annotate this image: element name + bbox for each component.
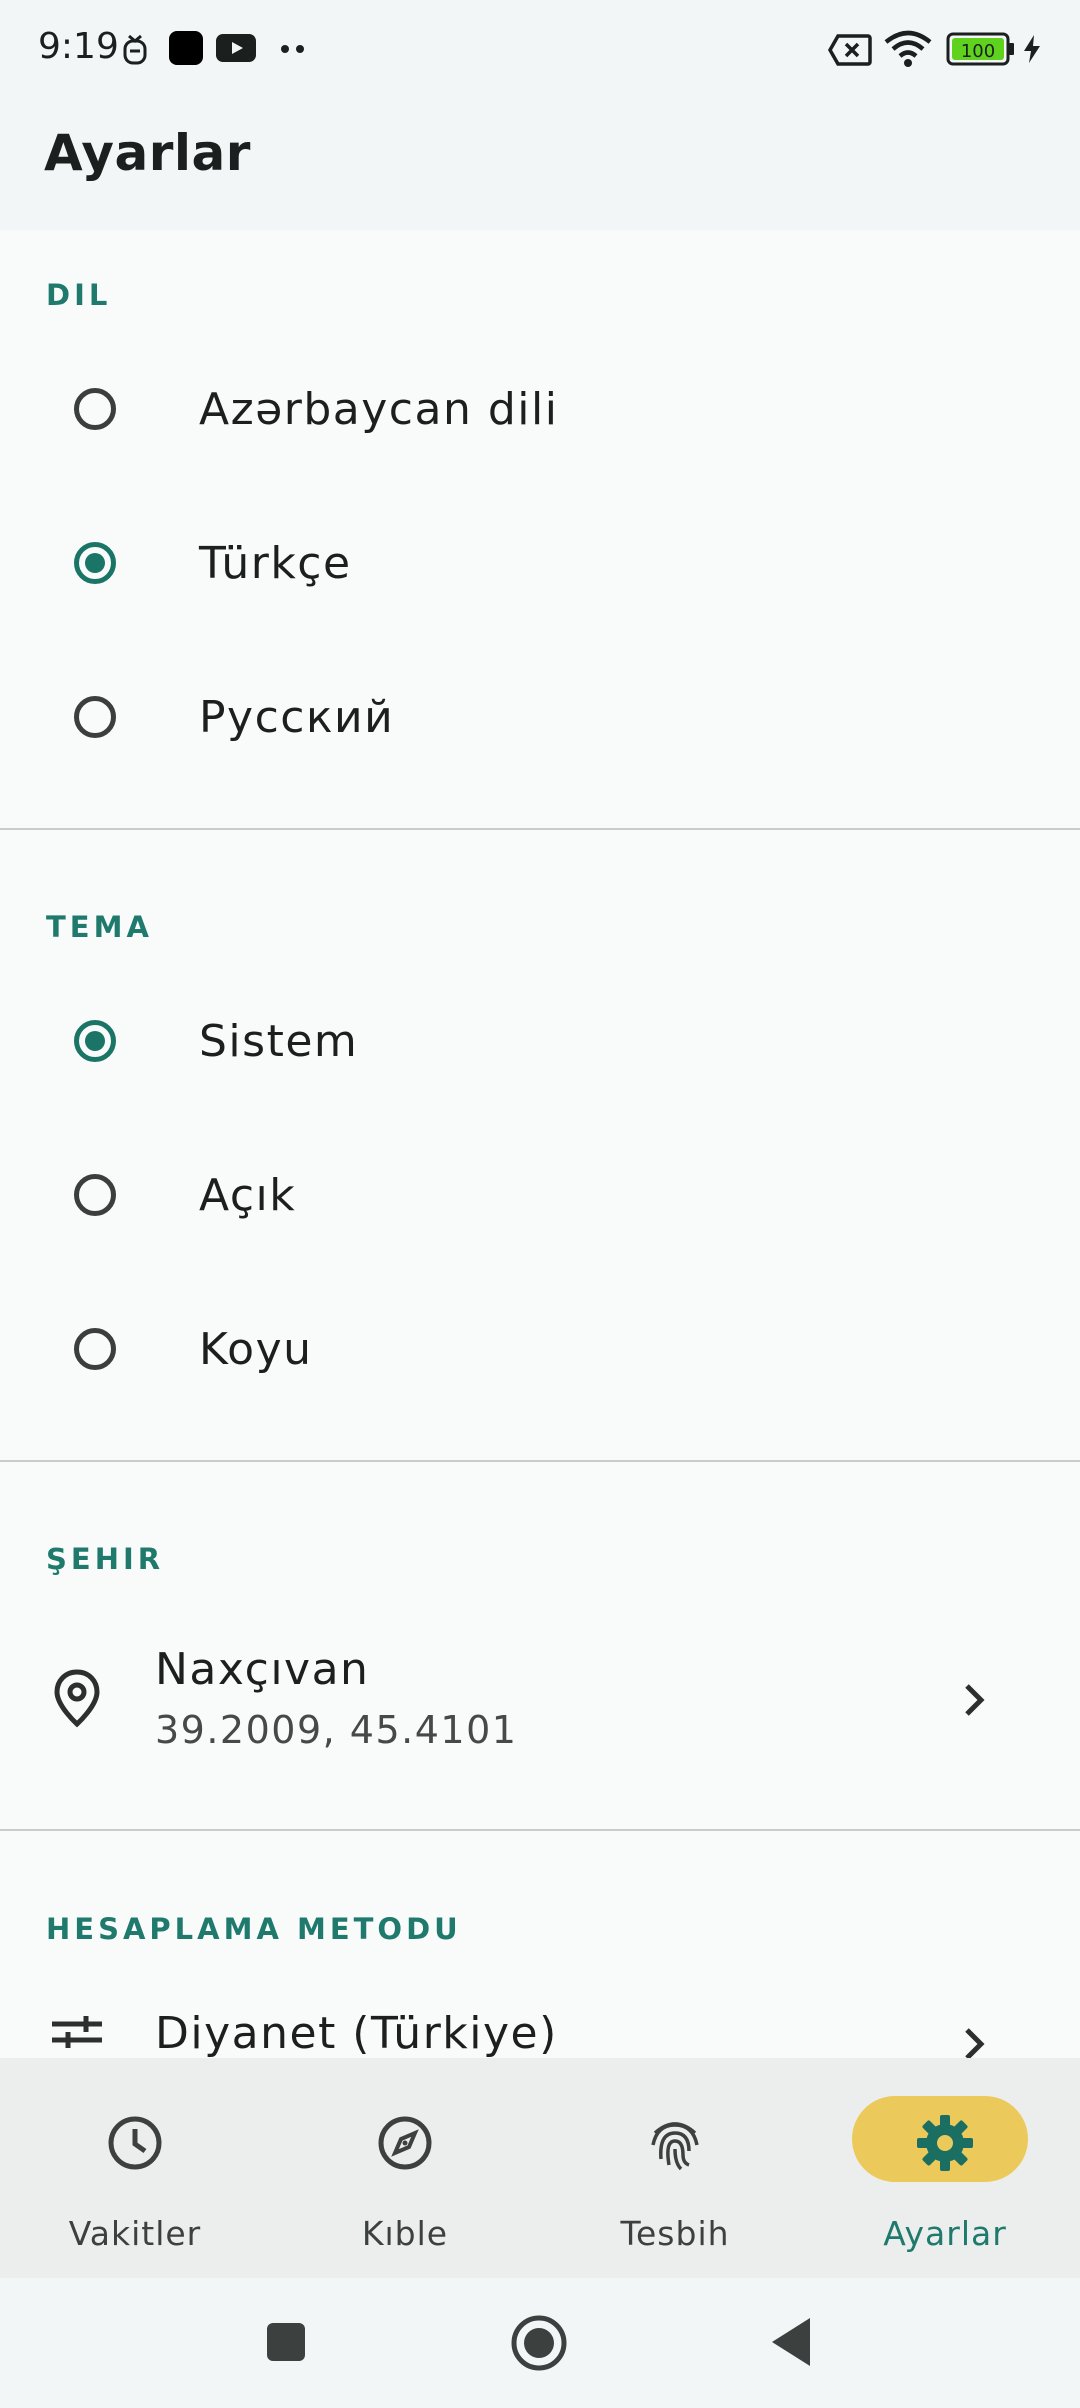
radio-button-selected[interactable] bbox=[74, 1020, 116, 1062]
section-header-calculation-method: HESAPLAMA METODU bbox=[46, 1912, 462, 1946]
option-label: Русский bbox=[199, 692, 395, 743]
theme-option-dark[interactable]: Koyu bbox=[0, 1276, 1080, 1426]
divider bbox=[0, 1460, 1080, 1462]
divider bbox=[0, 828, 1080, 830]
app-bar: Ayarlar bbox=[0, 98, 1080, 230]
assistant-icon bbox=[123, 34, 147, 65]
chevron-right-icon bbox=[965, 1684, 985, 1716]
option-label: Azərbaycan dili bbox=[199, 384, 559, 435]
calculation-method-name: Diyanet (Türkiye) bbox=[155, 2008, 558, 2058]
calculation-method-selector[interactable]: Diyanet (Türkiye) bbox=[0, 1990, 1080, 2058]
radio-button-selected[interactable] bbox=[74, 542, 116, 584]
youtube-icon bbox=[216, 34, 256, 62]
city-selector[interactable]: Naxçıvan 39.2009, 45.4101 bbox=[0, 1616, 1080, 1786]
theme-option-light[interactable]: Açık bbox=[0, 1122, 1080, 1272]
tab-tesbih[interactable]: Tesbih bbox=[540, 2058, 810, 2278]
tab-label: Tesbih bbox=[620, 2214, 730, 2253]
section-header-language: DIL bbox=[46, 278, 112, 312]
option-label: Açık bbox=[199, 1170, 297, 1221]
option-label: Sistem bbox=[199, 1016, 359, 1067]
radio-button[interactable] bbox=[74, 1328, 116, 1370]
radio-button[interactable] bbox=[74, 1174, 116, 1216]
chevron-right-icon bbox=[965, 2028, 985, 2058]
tab-label: Ayarlar bbox=[883, 2214, 1007, 2253]
battery-level: 100 bbox=[961, 41, 995, 62]
divider bbox=[0, 1829, 1080, 1831]
back-icon[interactable] bbox=[768, 2316, 814, 2368]
system-navigation-bar bbox=[0, 2278, 1080, 2408]
tab-label: Vakitler bbox=[68, 2214, 202, 2253]
language-option-turkish[interactable]: Türkçe bbox=[0, 490, 1080, 640]
wifi-icon bbox=[884, 30, 932, 67]
compass-icon bbox=[378, 2116, 432, 2170]
city-name: Naxçıvan bbox=[155, 1644, 370, 1695]
radio-button[interactable] bbox=[74, 388, 116, 430]
location-pin-icon bbox=[54, 1669, 100, 1728]
charging-icon bbox=[1024, 35, 1040, 63]
tab-ayarlar[interactable]: Ayarlar bbox=[810, 2058, 1080, 2278]
tab-vakitler[interactable]: Vakitler bbox=[0, 2058, 270, 2278]
language-option-azerbaijani[interactable]: Azərbaycan dili bbox=[0, 336, 1080, 486]
tune-icon bbox=[52, 2016, 102, 2048]
tab-kible[interactable]: Kıble bbox=[270, 2058, 540, 2278]
gear-icon bbox=[917, 2115, 973, 2171]
tab-label: Kıble bbox=[361, 2214, 449, 2253]
sim-disabled-icon bbox=[828, 34, 872, 66]
clock-icon bbox=[108, 2116, 162, 2170]
section-header-city: ŞEHIR bbox=[46, 1542, 165, 1576]
theme-option-system[interactable]: Sistem bbox=[0, 968, 1080, 1118]
language-option-russian[interactable]: Русский bbox=[0, 644, 1080, 794]
status-time: 9:19 bbox=[38, 26, 119, 67]
bottom-navigation: Vakitler Kıble Tesbih Ayarlar bbox=[0, 2058, 1080, 2278]
option-label: Türkçe bbox=[199, 538, 352, 589]
page-title: Ayarlar bbox=[44, 124, 251, 182]
radio-button[interactable] bbox=[74, 696, 116, 738]
home-icon[interactable] bbox=[510, 2314, 568, 2372]
option-label: Koyu bbox=[199, 1324, 313, 1375]
section-header-theme: TEMA bbox=[46, 910, 153, 944]
city-coordinates: 39.2009, 45.4101 bbox=[155, 1708, 518, 1752]
app-notification-icon bbox=[169, 31, 203, 65]
status-bar: 9:19 100 bbox=[0, 0, 1080, 98]
recents-icon[interactable] bbox=[266, 2322, 306, 2362]
battery-icon: 100 bbox=[946, 32, 1014, 66]
fingerprint-icon bbox=[651, 2122, 699, 2171]
more-notifications-icon bbox=[281, 45, 304, 53]
